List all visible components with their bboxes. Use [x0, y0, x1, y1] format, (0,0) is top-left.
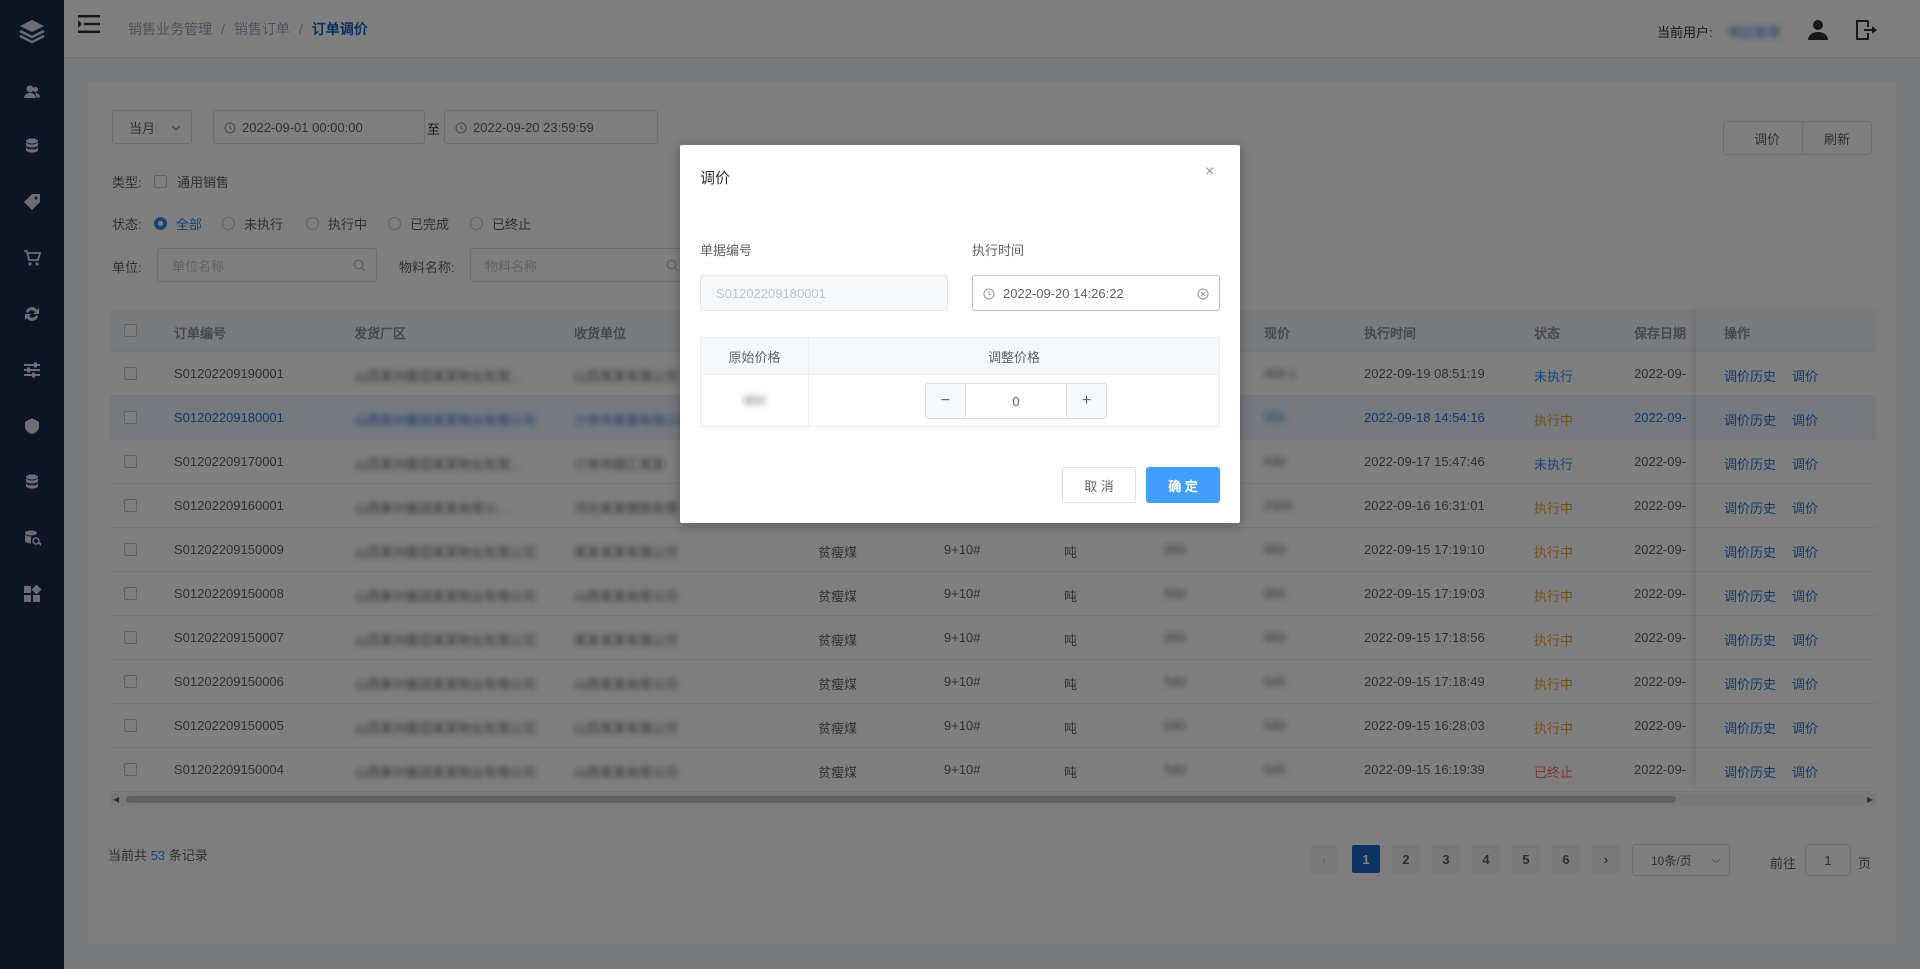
orig-price-cell: 950	[701, 375, 809, 426]
adj-price-header: 调整价格	[809, 338, 1219, 375]
clock-icon	[983, 288, 995, 300]
exec-time-value: 2022-09-20 14:26:22	[1003, 285, 1124, 301]
price-table: 原始价格 调整价格 950 − 0 +	[700, 337, 1220, 427]
orig-price-value: 950	[743, 393, 766, 408]
confirm-button[interactable]: 确 定	[1146, 467, 1220, 503]
decrement-button[interactable]: −	[926, 384, 966, 418]
cancel-button[interactable]: 取 消	[1062, 467, 1136, 503]
increment-button[interactable]: +	[1066, 384, 1106, 418]
dialog-title: 调价	[700, 170, 731, 187]
exec-time-label: 执行时间	[972, 243, 1025, 258]
clear-circle-icon[interactable]	[1197, 288, 1209, 300]
doc-no-input: S01202209180001	[700, 275, 948, 311]
exec-time-input[interactable]: 2022-09-20 14:26:22	[972, 275, 1220, 311]
close-icon[interactable]: ×	[1205, 163, 1214, 181]
adjust-price-dialog: 调价 × 单据编号 S01202209180001 执行时间 2022-09-2…	[680, 145, 1240, 523]
doc-no-value: S01202209180001	[716, 285, 826, 301]
doc-no-label: 单据编号	[700, 243, 753, 258]
adjust-price-stepper[interactable]: − 0 +	[925, 383, 1107, 419]
orig-price-header: 原始价格	[701, 338, 809, 375]
adjust-price-value[interactable]: 0	[966, 384, 1066, 418]
